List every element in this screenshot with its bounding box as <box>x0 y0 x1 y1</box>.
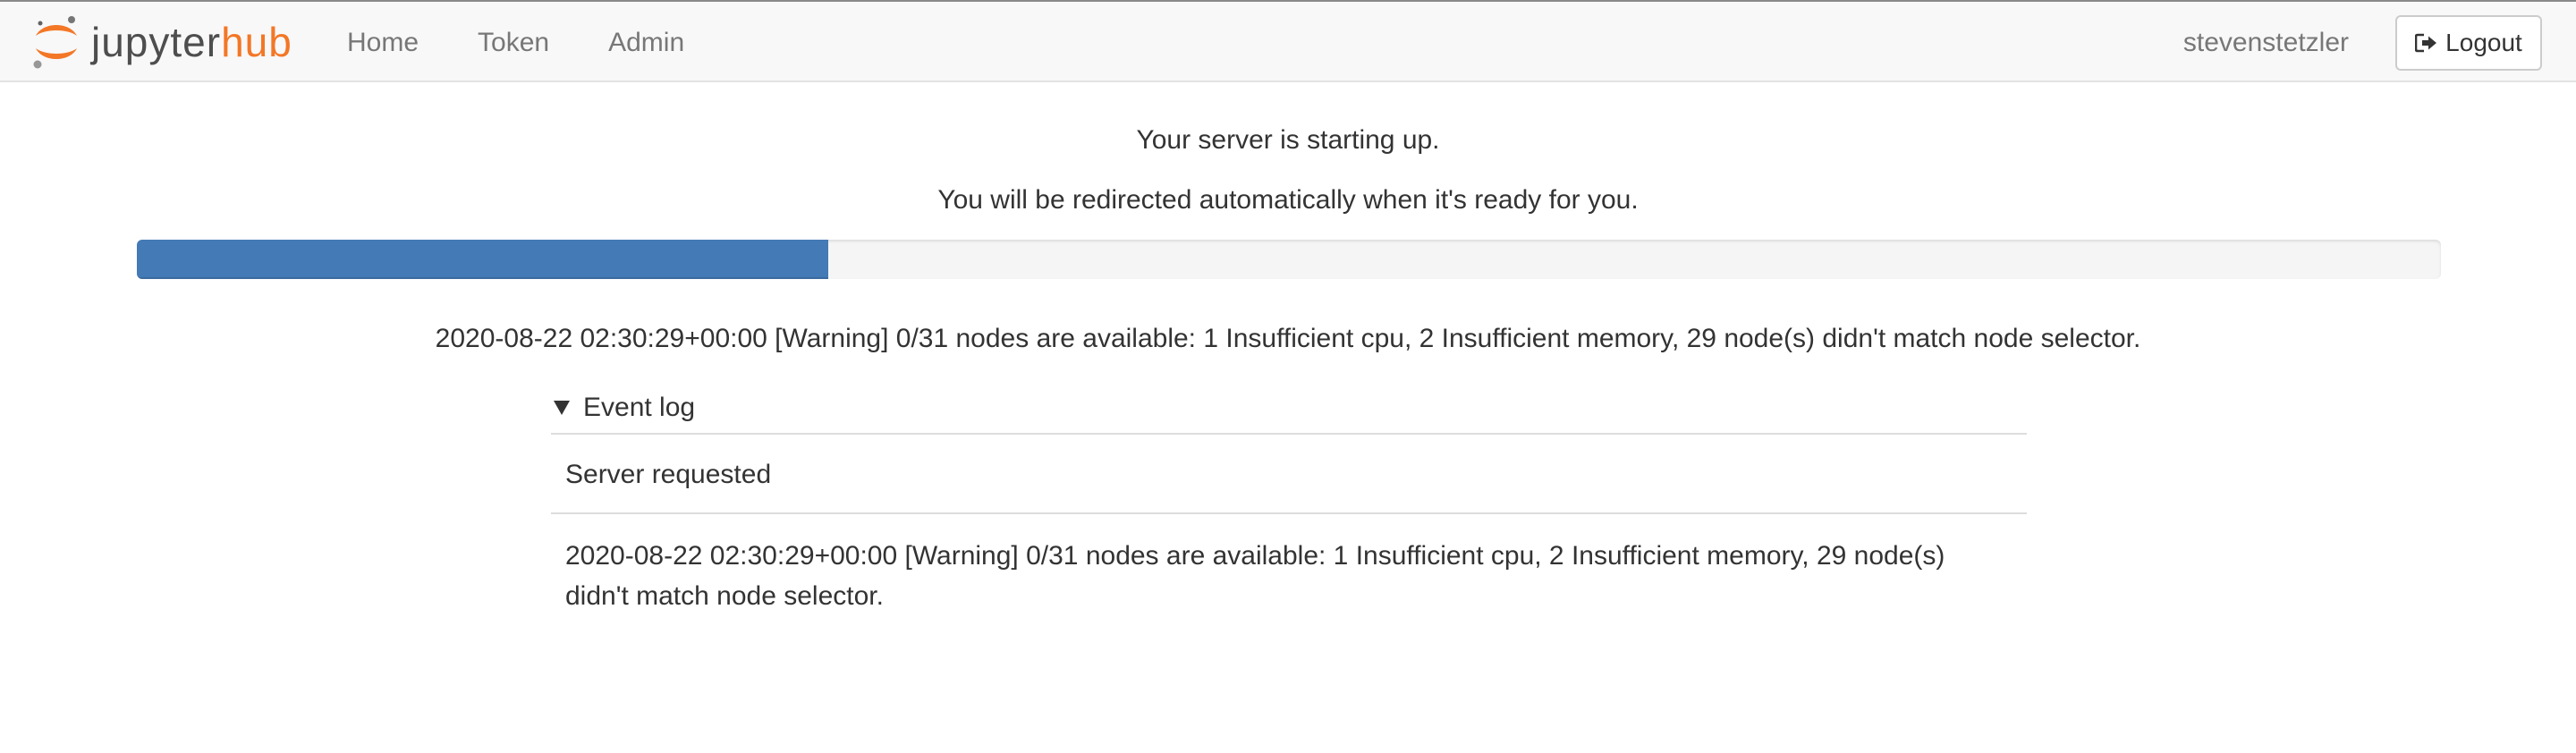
nav-links: Home Token Admin <box>347 2 743 84</box>
progress-bar-fill <box>137 240 828 279</box>
logout-label: Logout <box>2445 29 2522 56</box>
triangle-down-icon <box>554 401 570 415</box>
nav-admin-link[interactable]: Admin <box>608 28 684 58</box>
brand-name-jupyter: jupyter <box>91 19 222 65</box>
event-log-summary-label: Event log <box>583 393 696 422</box>
brand-wordmark: jupyterhub <box>91 21 292 63</box>
navbar: jupyterhub Home Token Admin stevenstetzl… <box>0 0 2576 82</box>
redirect-message: You will be redirected automatically whe… <box>937 185 1639 215</box>
progress-bar <box>137 240 2441 279</box>
brand-link[interactable]: jupyterhub <box>30 13 292 72</box>
logout-button[interactable]: Logout <box>2395 15 2542 71</box>
progress-status-message: 2020-08-22 02:30:29+00:00 [Warning] 0/31… <box>435 324 2141 353</box>
jupyter-logo-icon <box>33 16 77 69</box>
starting-message: Your server is starting up. <box>1136 125 1440 155</box>
brand-name-hub: hub <box>221 19 292 65</box>
event-log-toggle[interactable]: Event log <box>551 383 2027 433</box>
sign-out-icon <box>2415 33 2437 53</box>
event-log: Event log Server requested 2020-08-22 02… <box>551 383 2027 634</box>
event-log-item: Server requested <box>551 433 2027 512</box>
event-log-item: 2020-08-22 02:30:29+00:00 [Warning] 0/31… <box>551 512 2027 634</box>
nav-home-link[interactable]: Home <box>347 28 419 58</box>
user-name: stevenstetzler <box>2182 28 2349 57</box>
nav-token-link[interactable]: Token <box>478 28 549 58</box>
